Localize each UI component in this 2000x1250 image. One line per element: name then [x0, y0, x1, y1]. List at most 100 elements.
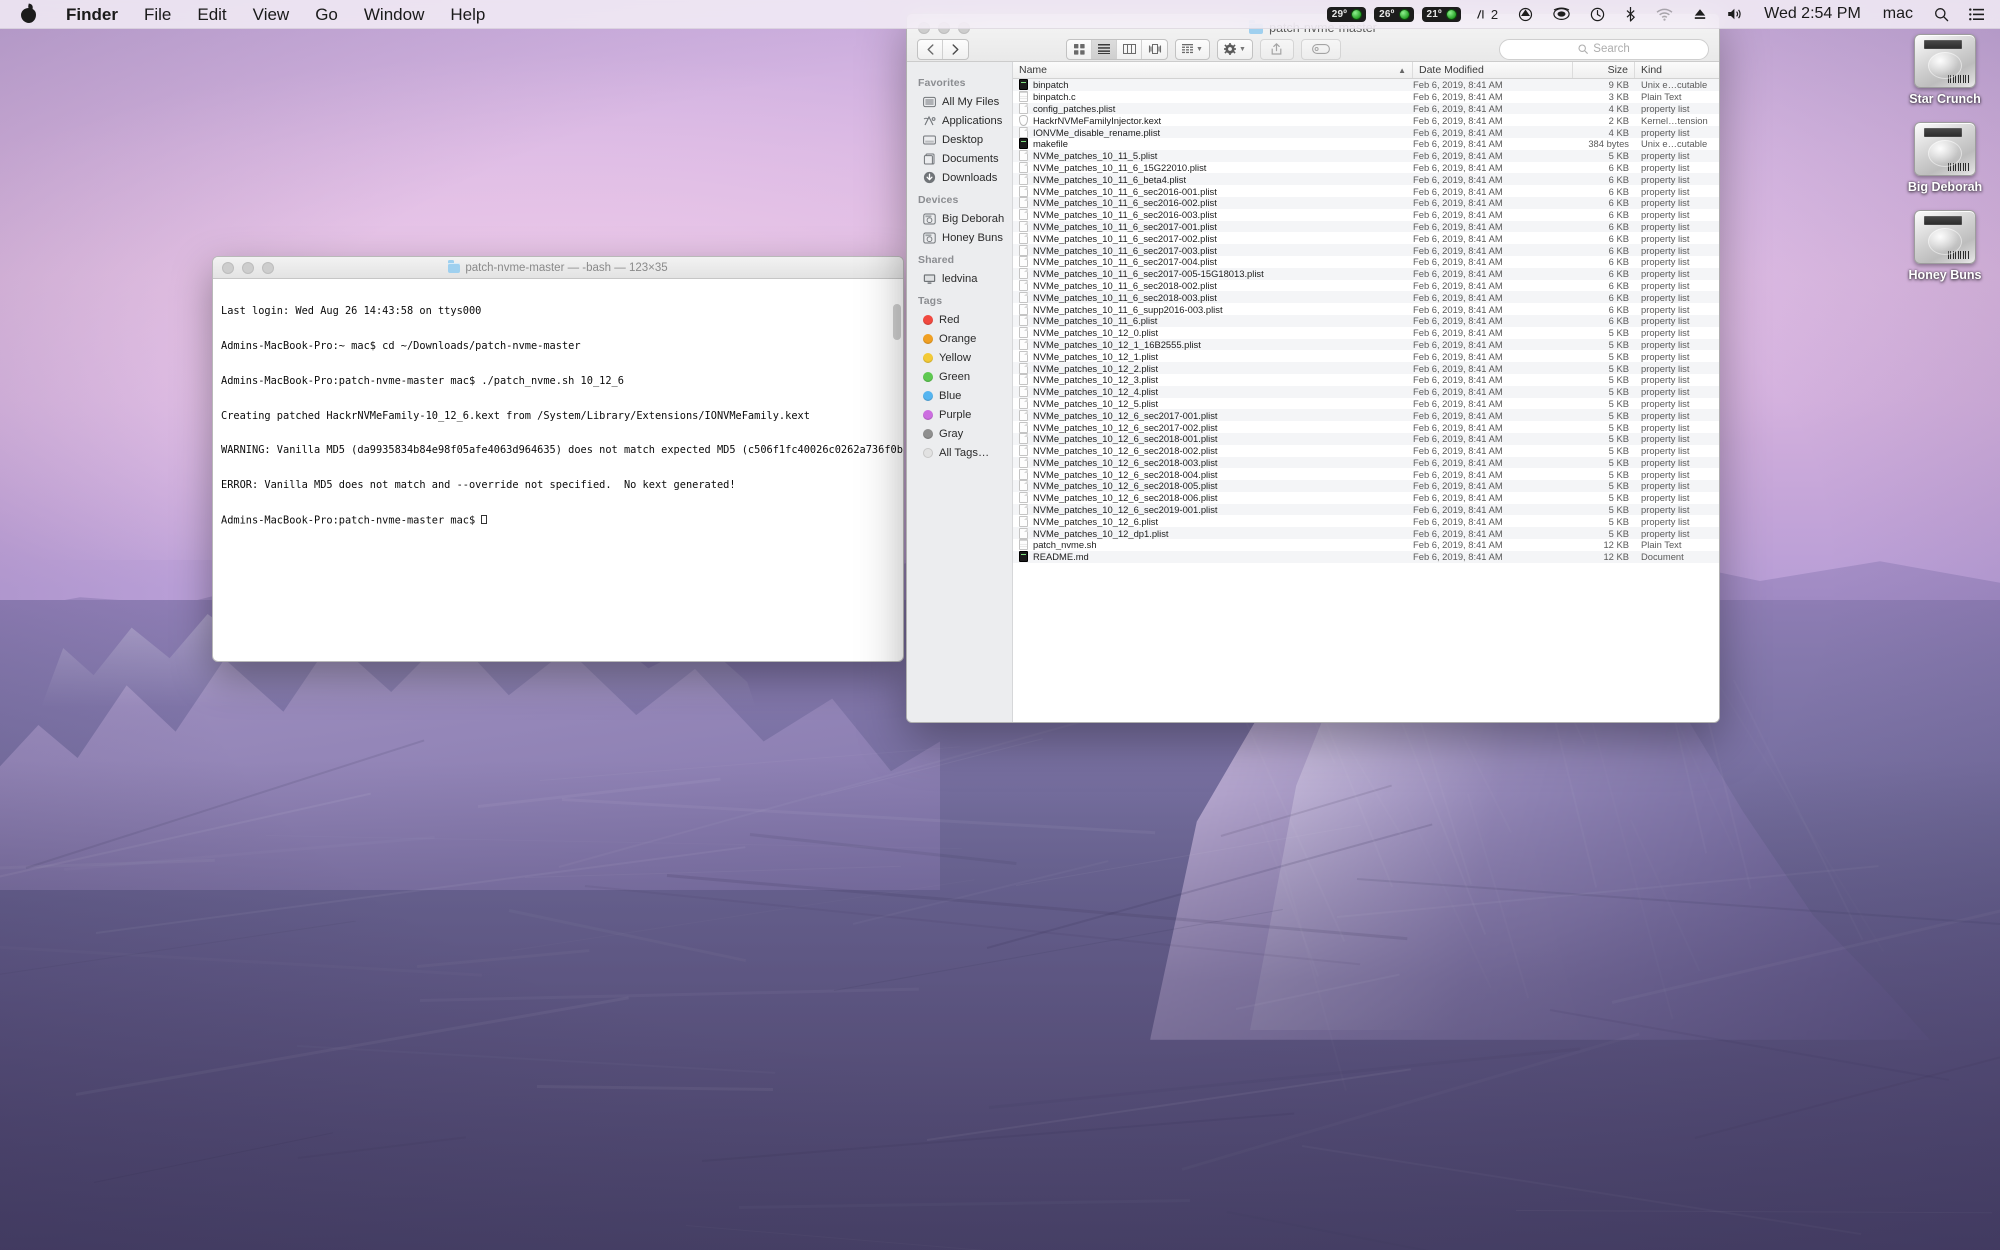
- notification-center-icon[interactable]: [1959, 0, 1986, 29]
- table-row[interactable]: config_patches.plist Feb 6, 2019, 8:41 AM…: [1013, 103, 1719, 115]
- menu-item-file[interactable]: File: [131, 0, 184, 29]
- apple-menu-icon[interactable]: [20, 4, 37, 24]
- sidebar-tag-all-tags[interactable]: All Tags…: [907, 443, 1012, 462]
- arrange-button[interactable]: ▼: [1175, 39, 1210, 60]
- table-row[interactable]: HackrNVMeFamilyInjector.kext Feb 6, 2019,…: [1013, 114, 1719, 126]
- table-row[interactable]: NVMe_patches_10_11_6_sec2016-003.plist Fe…: [1013, 209, 1719, 221]
- sidebar-item-ledvina[interactable]: ledvina: [907, 269, 1012, 288]
- table-row[interactable]: NVMe_patches_10_12_6_sec2018-002.plist Fe…: [1013, 445, 1719, 457]
- table-row[interactable]: makefile Feb 6, 2019, 8:41 AM 384 bytes Uni…: [1013, 138, 1719, 150]
- table-row[interactable]: NVMe_patches_10_12_1.plist Feb 6, 2019, 8…: [1013, 350, 1719, 362]
- column-header-name[interactable]: Name ▲: [1013, 62, 1413, 78]
- search-input[interactable]: Search: [1499, 39, 1709, 60]
- column-header-date[interactable]: Date Modified: [1413, 62, 1573, 78]
- table-row[interactable]: NVMe_patches_10_11_6_sec2017-003.plist Fe…: [1013, 244, 1719, 256]
- tags-button[interactable]: [1301, 39, 1341, 60]
- desktop-drive-honey-buns[interactable]: Honey Buns: [1889, 210, 2000, 282]
- table-row[interactable]: NVMe_patches_10_11_6_beta4.plist Feb 6, 2…: [1013, 173, 1719, 185]
- display-icon[interactable]: [1543, 0, 1580, 29]
- table-row[interactable]: NVMe_patches_10_12_6_sec2018-001.plist Fe…: [1013, 433, 1719, 445]
- desktop-drive-big-deborah[interactable]: Big Deborah: [1889, 122, 2000, 194]
- terminal-titlebar[interactable]: patch-nvme-master — -bash — 123×35: [213, 257, 903, 279]
- table-row[interactable]: binpatch Feb 6, 2019, 8:41 AM 9 KB Unix e…c…: [1013, 79, 1719, 91]
- column-header-kind[interactable]: Kind: [1635, 62, 1719, 78]
- table-row[interactable]: NVMe_patches_10_12_1_16B2555.plist Feb 6,…: [1013, 339, 1719, 351]
- sidebar-item-honey-buns[interactable]: Honey Buns: [907, 228, 1012, 247]
- sidebar-tag-purple[interactable]: Purple: [907, 405, 1012, 424]
- terminal-output[interactable]: Last login: Wed Aug 26 14:43:58 on ttys0…: [213, 279, 903, 661]
- table-row[interactable]: NVMe_patches_10_12_6_sec2018-004.plist Fe…: [1013, 468, 1719, 480]
- terminal-window[interactable]: patch-nvme-master — -bash — 123×35 Last …: [212, 256, 904, 662]
- table-row[interactable]: NVMe_patches_10_11_6_15G22010.plist Feb 6…: [1013, 162, 1719, 174]
- table-row[interactable]: NVMe_patches_10_11_6_sec2017-002.plist Fe…: [1013, 232, 1719, 244]
- action-button[interactable]: ▼: [1217, 39, 1253, 60]
- table-row[interactable]: NVMe_patches_10_11_6_sec2018-002.plist Fe…: [1013, 280, 1719, 292]
- icon-view-icon[interactable]: [1067, 40, 1092, 59]
- table-row[interactable]: NVMe_patches_10_11_6_supp2016-003.plist F…: [1013, 303, 1719, 315]
- sidebar-item-big-deborah[interactable]: Big Deborah: [907, 209, 1012, 228]
- table-row[interactable]: NVMe_patches_10_11_6_sec2017-001.plist Fe…: [1013, 221, 1719, 233]
- back-button[interactable]: [918, 40, 943, 59]
- aperture-icon[interactable]: [1508, 0, 1543, 29]
- menu-item-view[interactable]: View: [240, 0, 303, 29]
- column-view-icon[interactable]: [1117, 40, 1142, 59]
- table-row[interactable]: NVMe_patches_10_11_6.plist Feb 6, 2019, 8…: [1013, 315, 1719, 327]
- forward-button[interactable]: [943, 40, 968, 59]
- table-row[interactable]: NVMe_patches_10_12_5.plist Feb 6, 2019, 8…: [1013, 398, 1719, 410]
- table-row[interactable]: README.md Feb 6, 2019, 8:41 AM 12 KB Docume…: [1013, 551, 1719, 563]
- temperature-badge-3[interactable]: 21º: [1422, 7, 1461, 22]
- table-row[interactable]: NVMe_patches_10_12_dp1.plist Feb 6, 2019,…: [1013, 527, 1719, 539]
- menu-item-help[interactable]: Help: [437, 0, 498, 29]
- list-view-icon[interactable]: [1092, 40, 1117, 59]
- table-row[interactable]: NVMe_patches_10_12_2.plist Feb 6, 2019, 8…: [1013, 362, 1719, 374]
- sidebar-tag-orange[interactable]: Orange: [907, 329, 1012, 348]
- table-row[interactable]: NVMe_patches_10_12_6_sec2017-002.plist Fe…: [1013, 421, 1719, 433]
- sidebar-tag-red[interactable]: Red: [907, 310, 1012, 329]
- terminal-scrollbar[interactable]: [893, 304, 901, 340]
- table-row[interactable]: NVMe_patches_10_11_6_sec2017-004.plist Fe…: [1013, 256, 1719, 268]
- desktop-drive-star-crunch[interactable]: Star Crunch: [1889, 34, 2000, 106]
- table-row[interactable]: NVMe_patches_10_11_5.plist Feb 6, 2019, 8…: [1013, 150, 1719, 162]
- table-row[interactable]: NVMe_patches_10_12_6_sec2017-001.plist Fe…: [1013, 409, 1719, 421]
- sidebar-tag-green[interactable]: Green: [907, 367, 1012, 386]
- bluetooth-icon[interactable]: [1615, 0, 1646, 29]
- sidebar-item-applications[interactable]: Applications: [907, 111, 1012, 130]
- sidebar-tag-gray[interactable]: Gray: [907, 424, 1012, 443]
- column-header-size[interactable]: Size: [1573, 62, 1635, 78]
- eject-icon[interactable]: [1683, 0, 1717, 29]
- share-button[interactable]: [1260, 39, 1294, 60]
- table-row[interactable]: NVMe_patches_10_12_6_sec2019-001.plist Fe…: [1013, 504, 1719, 516]
- search-icon[interactable]: [1924, 0, 1959, 29]
- table-row[interactable]: NVMe_patches_10_11_6_sec2017-005-15G1801…: [1013, 268, 1719, 280]
- sidebar-item-desktop[interactable]: Desktop: [907, 130, 1012, 149]
- volume-icon[interactable]: [1717, 0, 1753, 29]
- sidebar-item-all-my-files[interactable]: All My Files: [907, 92, 1012, 111]
- temperature-badge-1[interactable]: 29º: [1327, 7, 1366, 22]
- table-row[interactable]: NVMe_patches_10_12_6_sec2018-003.plist Fe…: [1013, 457, 1719, 469]
- table-row[interactable]: patch_nvme.sh Feb 6, 2019, 8:41 AM 12 KB Pl…: [1013, 539, 1719, 551]
- table-row[interactable]: NVMe_patches_10_11_6_sec2018-003.plist Fe…: [1013, 291, 1719, 303]
- table-row[interactable]: NVMe_patches_10_12_6_sec2018-005.plist Fe…: [1013, 480, 1719, 492]
- coverflow-view-icon[interactable]: [1142, 40, 1167, 59]
- table-row[interactable]: NVMe_patches_10_12_3.plist Feb 6, 2019, 8…: [1013, 374, 1719, 386]
- table-row[interactable]: NVMe_patches_10_11_6_sec2016-002.plist Fe…: [1013, 197, 1719, 209]
- table-row[interactable]: NVMe_patches_10_12_4.plist Feb 6, 2019, 8…: [1013, 386, 1719, 398]
- sidebar-tag-blue[interactable]: Blue: [907, 386, 1012, 405]
- menu-bar-username[interactable]: mac: [1872, 5, 1924, 23]
- sidebar-tag-yellow[interactable]: Yellow: [907, 348, 1012, 367]
- menu-item-edit[interactable]: Edit: [184, 0, 239, 29]
- menu-item-finder[interactable]: Finder: [53, 0, 131, 29]
- temperature-badge-2[interactable]: 26º: [1374, 7, 1413, 22]
- wifi-icon[interactable]: [1646, 0, 1683, 29]
- menu-item-window[interactable]: Window: [351, 0, 437, 29]
- table-row[interactable]: NVMe_patches_10_12_6_sec2018-006.plist Fe…: [1013, 492, 1719, 504]
- table-row[interactable]: NVMe_patches_10_12_0.plist Feb 6, 2019, 8…: [1013, 327, 1719, 339]
- menu-item-go[interactable]: Go: [302, 0, 351, 29]
- table-row[interactable]: IONVMe_disable_rename.plist Feb 6, 2019, …: [1013, 126, 1719, 138]
- table-row[interactable]: binpatch.c Feb 6, 2019, 8:41 AM 3 KB Plain …: [1013, 91, 1719, 103]
- sidebar-item-documents[interactable]: Documents: [907, 149, 1012, 168]
- table-row[interactable]: NVMe_patches_10_12_6.plist Feb 6, 2019, 8…: [1013, 515, 1719, 527]
- time-machine-icon[interactable]: [1580, 0, 1615, 29]
- finder-window[interactable]: patch-nvme-master: [906, 13, 1720, 723]
- menu-bar-clock[interactable]: Wed 2:54 PM: [1753, 5, 1872, 23]
